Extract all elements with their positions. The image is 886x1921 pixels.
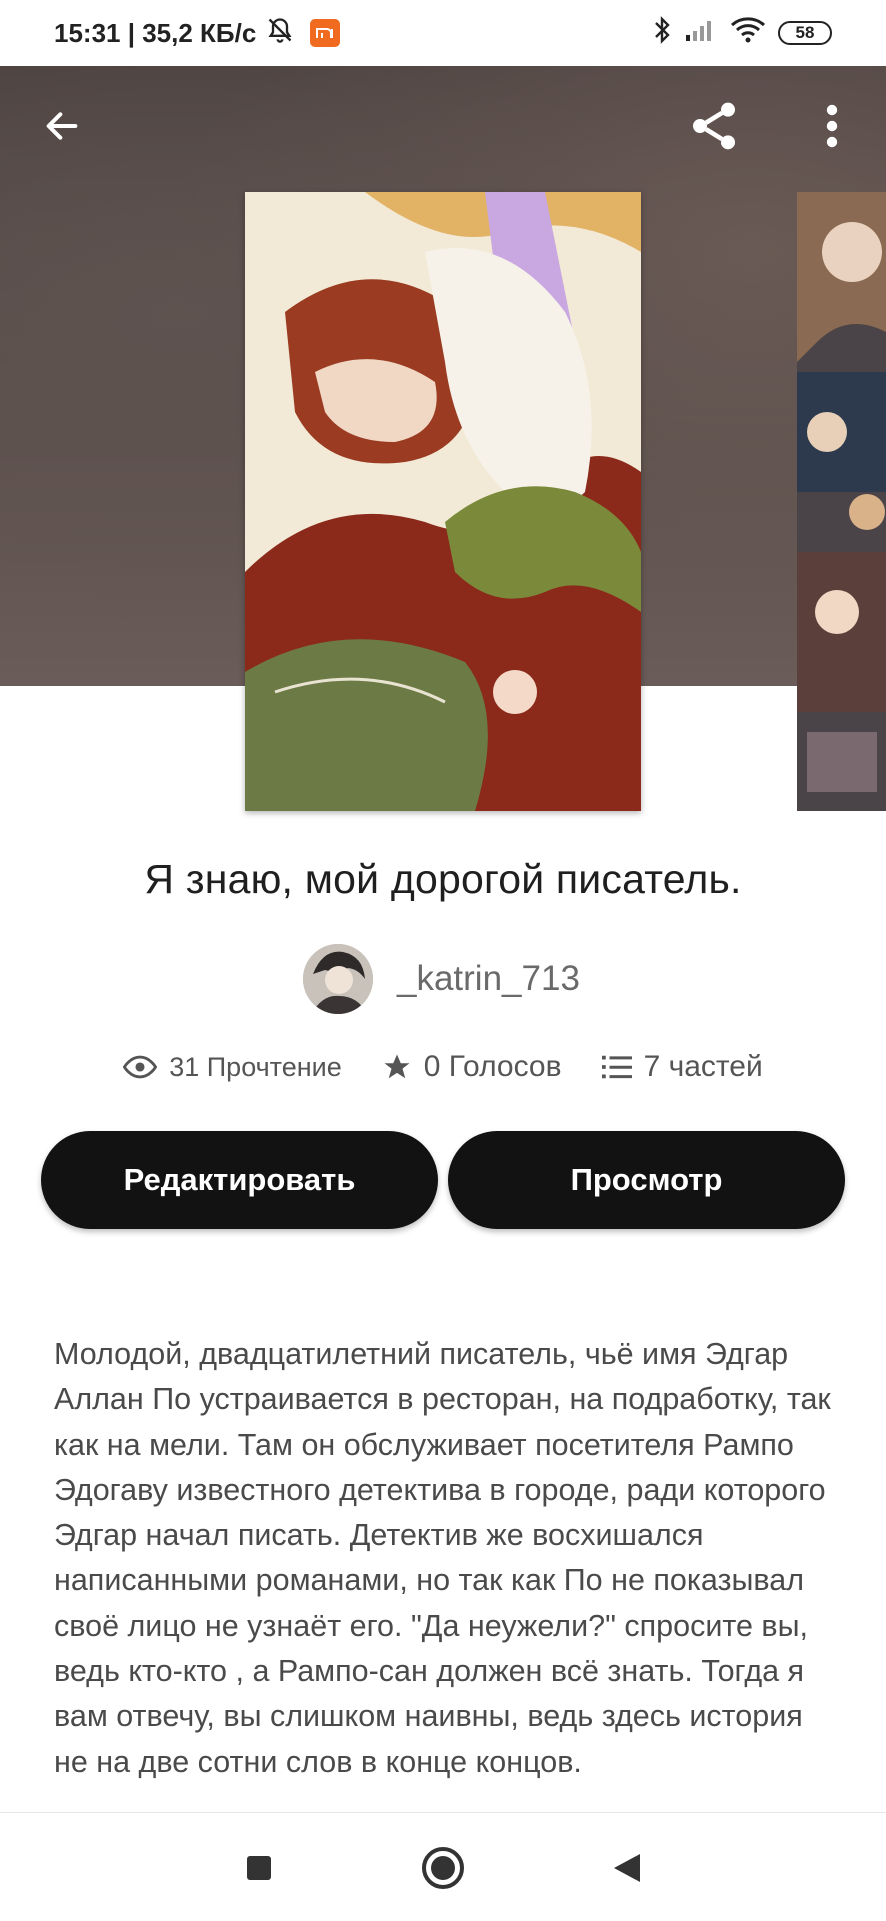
votes-stat: 0 Голосов [382,1050,562,1084]
home-circle-icon [422,1847,464,1889]
recents-button[interactable] [232,1841,286,1895]
bell-muted-icon [266,16,294,51]
share-button[interactable] [682,94,746,158]
more-menu-button[interactable] [800,94,864,158]
signal-icon [684,17,718,50]
author-avatar[interactable] [303,944,373,1014]
votes-count: 0 Голосов [423,1050,562,1083]
story-description: Молодой, двадцатилетний писатель, чьё им… [54,1337,831,1779]
battery-icon: 58 [778,21,832,45]
status-time-speed: 15:31 | 35,2 КБ/с [54,17,257,48]
home-button[interactable] [416,1841,470,1895]
parts-count: 7 частей [643,1050,763,1083]
story-stats: 31 Прочтение 0 Голосов 7 частей [0,1050,886,1084]
edit-button[interactable]: Редактировать [41,1131,438,1229]
view-button[interactable]: Просмотр [448,1131,845,1229]
back-button[interactable] [30,94,94,158]
back-triangle-icon [614,1854,640,1882]
share-icon [693,102,735,150]
reads-count: 31 Прочтение [169,1051,342,1082]
battery-level: 58 [795,23,815,42]
system-navigation-bar [0,1812,886,1921]
star-icon [384,1054,410,1079]
wifi-icon [730,16,766,51]
list-icon [601,1055,632,1079]
back-nav-button[interactable] [600,1841,654,1895]
reads-stat: 31 Прочтение [123,1052,342,1083]
author-name: _katrin_713 [397,959,580,998]
eye-icon [123,1055,158,1079]
story-title: Я знаю, мой дорогой писатель. [144,856,742,902]
next-story-cover[interactable] [797,192,886,811]
arrow-left-icon [46,112,78,140]
parts-stat[interactable]: 7 частей [601,1050,763,1084]
status-bar: 15:31 | 35,2 КБ/с 58 [0,0,886,66]
more-vertical-icon [826,104,838,148]
recents-square-icon [247,1856,271,1880]
mi-app-icon [310,19,341,47]
story-cover[interactable] [245,192,641,811]
bluetooth-icon [652,15,672,52]
author-link[interactable]: _katrin_713 [303,944,580,1014]
